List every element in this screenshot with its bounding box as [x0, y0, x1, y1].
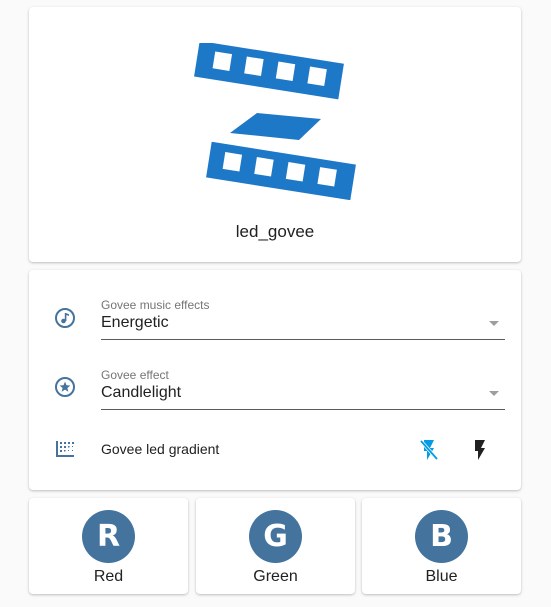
- star-circle-icon: [55, 377, 75, 397]
- music-effects-label: Govee music effects: [101, 298, 210, 312]
- select-underline: [101, 409, 505, 410]
- chevron-down-icon: [489, 321, 499, 326]
- select-underline: [101, 339, 505, 340]
- blue-button-label: Blue: [425, 568, 458, 585]
- flash-off-icon[interactable]: [417, 438, 441, 462]
- entities-card: Govee music effects Energetic Govee effe…: [29, 270, 521, 490]
- music-effects-value: Energetic: [101, 314, 169, 331]
- blue-button[interactable]: B Blue: [362, 498, 521, 594]
- music-effects-select[interactable]: Govee music effects Energetic: [101, 298, 505, 342]
- gradient-label: Govee led gradient: [101, 441, 220, 457]
- effect-value: Candlelight: [101, 384, 182, 401]
- letter-r-icon: R: [82, 510, 135, 563]
- film-strip-logo-icon: [194, 43, 356, 200]
- green-button[interactable]: G Green: [196, 498, 355, 594]
- letter-g-icon: G: [249, 510, 302, 563]
- logo-card[interactable]: led_govee: [29, 7, 521, 262]
- flash-icon[interactable]: [468, 438, 492, 462]
- gradient-icon: [56, 441, 74, 457]
- entity-name: led_govee: [235, 222, 315, 241]
- green-button-label: Green: [253, 568, 298, 585]
- red-button[interactable]: R Red: [29, 498, 188, 594]
- effect-select[interactable]: Govee effect Candlelight: [101, 368, 505, 412]
- letter-b-icon: B: [415, 510, 468, 563]
- red-button-label: Red: [93, 568, 124, 585]
- chevron-down-icon: [489, 391, 499, 396]
- effect-label: Govee effect: [101, 368, 169, 382]
- music-note-icon: [55, 308, 75, 328]
